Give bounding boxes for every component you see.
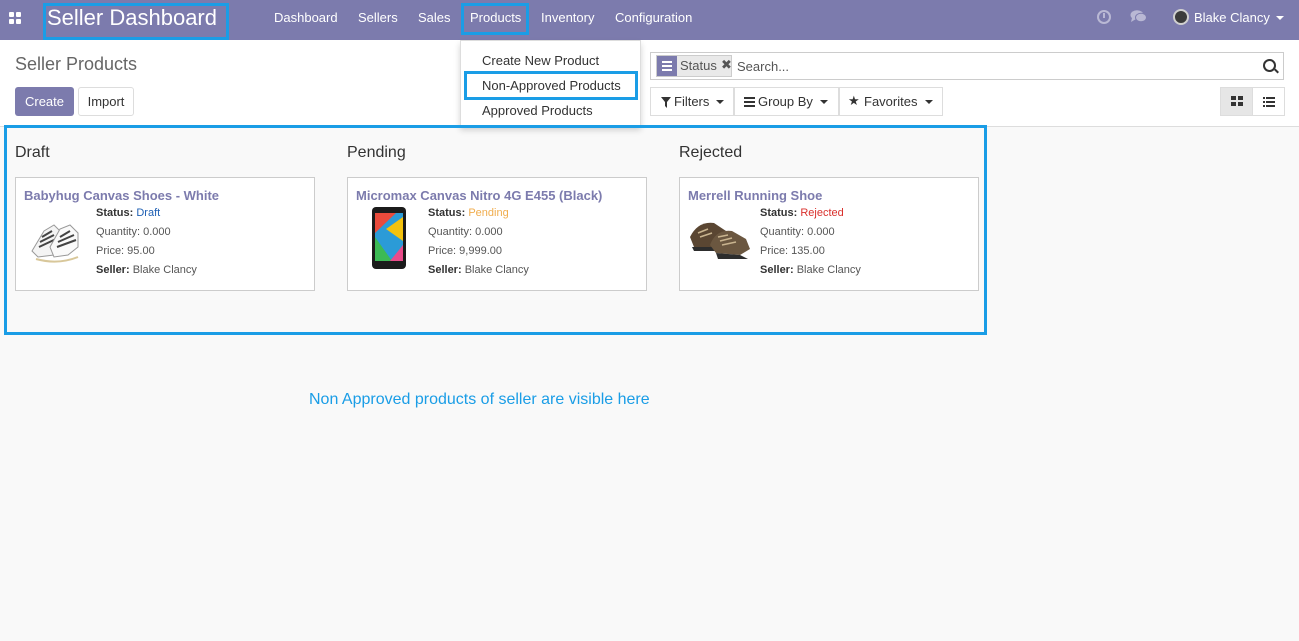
activity-clock-icon[interactable] bbox=[1097, 10, 1111, 24]
search-input[interactable] bbox=[737, 57, 1237, 75]
menu-sales[interactable]: Sales bbox=[418, 10, 451, 26]
search-icon[interactable] bbox=[1263, 59, 1276, 72]
import-button[interactable]: Import bbox=[78, 87, 134, 116]
remove-facet-icon[interactable]: ✖ bbox=[721, 58, 732, 72]
filters-caret-icon bbox=[716, 100, 724, 104]
brand-highlight-box bbox=[43, 3, 229, 40]
kanban-view-button[interactable] bbox=[1220, 87, 1253, 116]
products-menu-highlight-box bbox=[461, 3, 529, 35]
funnel-icon bbox=[661, 97, 671, 108]
star-icon: ★ bbox=[848, 93, 860, 108]
menu-inventory[interactable]: Inventory bbox=[541, 10, 594, 26]
menu-sellers[interactable]: Sellers bbox=[358, 10, 398, 26]
facet-label: Status bbox=[680, 58, 717, 73]
user-menu-caret-icon[interactable] bbox=[1276, 16, 1284, 20]
non-approved-highlight-box bbox=[464, 71, 638, 100]
user-menu-name[interactable]: Blake Clancy bbox=[1194, 10, 1270, 26]
list-view-button[interactable] bbox=[1252, 87, 1285, 116]
favorites-button[interactable]: ★ Favorites bbox=[839, 87, 943, 116]
group-by-caret-icon bbox=[820, 100, 828, 104]
menu-item-approved-products[interactable]: Approved Products bbox=[482, 104, 593, 118]
filter-facet-icon bbox=[657, 56, 677, 76]
favorites-label: Favorites bbox=[864, 94, 918, 109]
search-bar[interactable]: Status ✖ bbox=[650, 52, 1284, 80]
filters-label: Filters bbox=[674, 94, 710, 109]
create-button[interactable]: Create bbox=[15, 87, 74, 116]
group-by-button[interactable]: Group By bbox=[734, 87, 839, 116]
favorites-caret-icon bbox=[925, 100, 933, 104]
menu-dashboard[interactable]: Dashboard bbox=[274, 10, 338, 26]
messaging-chat-icon[interactable] bbox=[1130, 9, 1147, 24]
user-avatar[interactable] bbox=[1173, 9, 1189, 25]
menu-configuration[interactable]: Configuration bbox=[615, 10, 692, 26]
filters-button[interactable]: Filters bbox=[650, 87, 734, 116]
kanban-highlight-box bbox=[4, 125, 987, 335]
page-title: Seller Products bbox=[15, 54, 138, 74]
kanban-grid-icon bbox=[1231, 96, 1243, 106]
status-facet[interactable]: Status ✖ bbox=[656, 55, 732, 77]
apps-menu-icon[interactable] bbox=[9, 12, 21, 24]
list-bars-icon bbox=[744, 97, 755, 107]
annotation-caption: Non Approved products of seller are visi… bbox=[309, 391, 650, 408]
group-by-label: Group By bbox=[758, 94, 813, 109]
list-view-icon bbox=[1263, 97, 1275, 107]
menu-item-create-new-product[interactable]: Create New Product bbox=[482, 54, 599, 68]
